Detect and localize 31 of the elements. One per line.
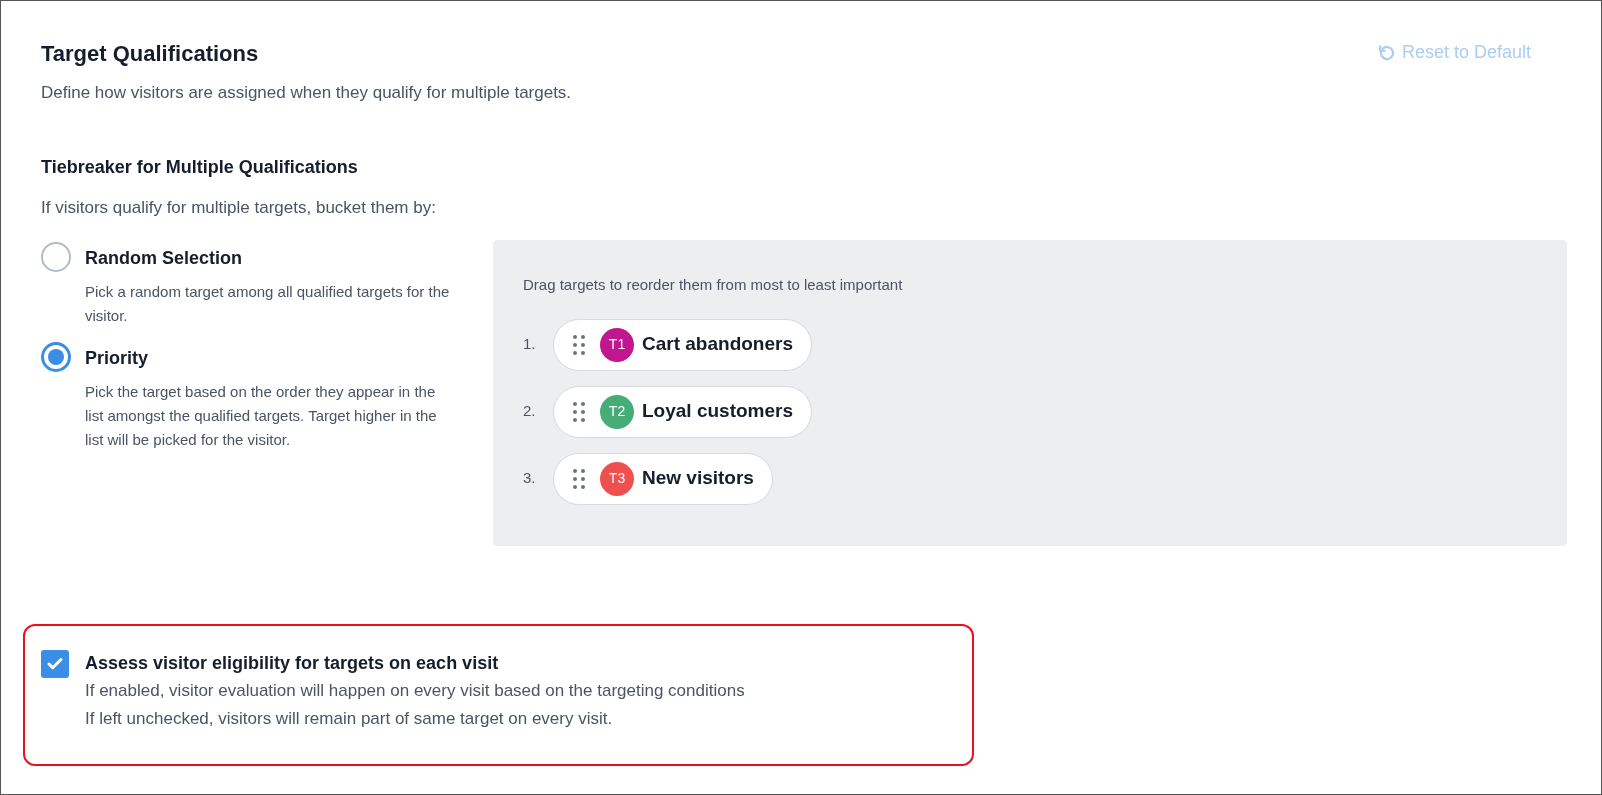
target-name: Loyal customers — [642, 399, 793, 424]
target-badge: T3 — [600, 461, 634, 496]
page-title: Target Qualifications — [41, 40, 260, 68]
drag-handle-icon[interactable] — [572, 400, 586, 423]
option-label: Priority — [85, 347, 150, 370]
target-name: Cart abandoners — [642, 332, 793, 357]
list-number: 3. — [523, 468, 537, 489]
list-number: 2. — [523, 401, 537, 422]
radio-button[interactable] — [41, 342, 71, 372]
option-label: Random Selection — [85, 247, 244, 270]
reset-icon — [1377, 43, 1396, 62]
panel-hint: Drag targets to reorder them from most to least important — [523, 275, 904, 295]
option-description: Pick the target based on the order they appear in the list amongst the qualified targets. Target higher in the list will be picked for the visitor. — [85, 382, 438, 450]
checkbox-description: If enabled, visitor evaluation will happen on every visit based on the targeting conditions — [85, 680, 745, 702]
target-badge: T1 — [600, 327, 634, 362]
target-chip[interactable]: T2 Loyal customers — [553, 385, 812, 438]
drag-handle-icon[interactable] — [572, 333, 586, 356]
radio-button[interactable] — [41, 242, 71, 272]
section-title: Tiebreaker for Multiple Qualifications — [41, 155, 359, 179]
target-badge: T2 — [600, 394, 634, 429]
drag-handle-icon[interactable] — [572, 467, 586, 490]
target-chip[interactable]: T1 Cart abandoners — [553, 318, 812, 371]
target-name: New visitors — [642, 466, 754, 491]
list-number: 1. — [523, 334, 537, 355]
checkbox-label: Assess visitor eligibility for targets on each visit — [85, 652, 500, 675]
option-description: Pick a random target among all qualified targets for the visitor. — [85, 282, 451, 326]
checkbox[interactable] — [41, 650, 69, 678]
target-chip[interactable]: T3 New visitors — [553, 452, 773, 505]
section-subtitle: If visitors qualify for multiple targets, bucket them by: — [41, 196, 437, 219]
page-description: Define how visitors are assigned when they qualify for multiple targets. — [41, 82, 572, 104]
checkbox-description: If left unchecked, visitors will remain part of same target on every visit. — [85, 708, 614, 730]
